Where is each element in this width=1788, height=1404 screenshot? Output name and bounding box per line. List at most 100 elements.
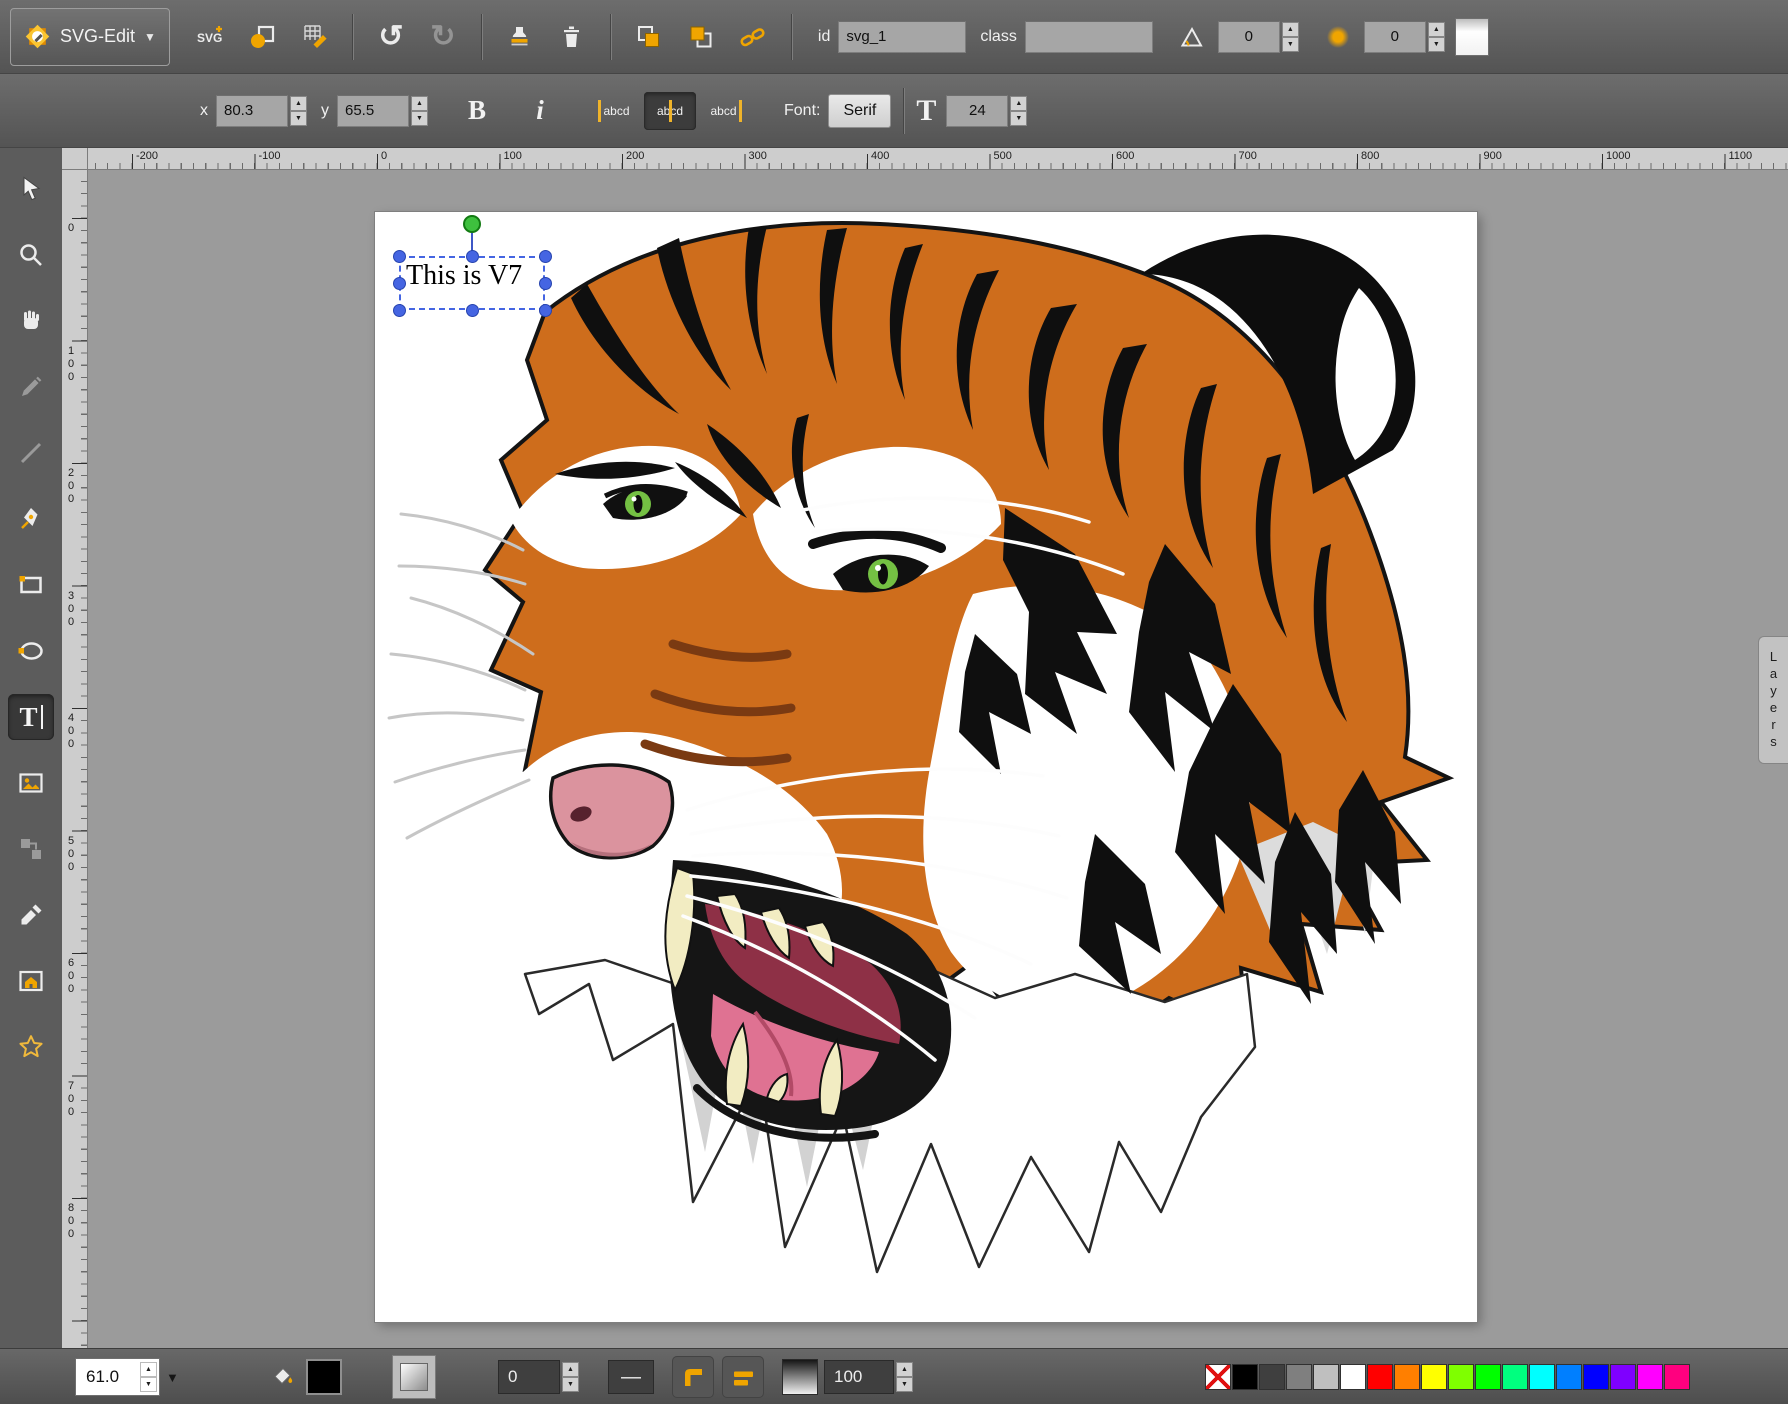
selection-handle-s[interactable] [466,304,479,317]
stepper-up[interactable]: ▲ [1282,22,1299,37]
font-size-input[interactable] [946,95,1008,127]
selection-handle-sw[interactable] [393,304,406,317]
stepper-down[interactable]: ▼ [411,111,428,126]
rotate-handle[interactable] [463,215,481,233]
path-tool[interactable] [8,496,54,542]
delete-button[interactable] [549,14,595,60]
palette-swatch[interactable] [1286,1364,1312,1390]
text-anchor-middle-button[interactable]: abcd [644,92,696,130]
selection-handle-nw[interactable] [393,250,406,263]
layers-panel-tab[interactable]: Layers [1758,636,1788,764]
angle-input[interactable] [1218,21,1280,53]
stroke-dash-select[interactable]: — [608,1360,654,1394]
canvas[interactable]: This is V7 [375,212,1477,1322]
palette-swatch[interactable] [1232,1364,1258,1390]
fill-color-swatch[interactable] [306,1359,342,1395]
palette-swatch[interactable] [1556,1364,1582,1390]
rectangle-icon [17,571,45,599]
pan-tool[interactable] [8,298,54,344]
zoom-input[interactable]: 61.0 [86,1367,138,1387]
pencil-tool[interactable] [8,364,54,410]
select-tool[interactable] [8,166,54,212]
main-menu-button[interactable]: SVG-Edit ▼ [10,8,170,66]
stroke-linecap-button[interactable] [722,1356,764,1398]
x-input[interactable] [216,95,288,127]
text-anchor-end-button[interactable]: abcd [700,92,752,130]
y-input[interactable] [337,95,409,127]
selection-handle-w[interactable] [393,277,406,290]
stepper-down[interactable]: ▼ [562,1377,579,1392]
stepper-up[interactable]: ▲ [1428,22,1445,37]
rect-tool[interactable] [8,562,54,608]
redo-button[interactable]: ↻ [420,14,466,60]
element-class-input[interactable] [1025,21,1153,53]
star-tool[interactable] [8,1024,54,1070]
palette-swatch[interactable] [1637,1364,1663,1390]
text-tool[interactable]: T [8,694,54,740]
stepper-up[interactable]: ▲ [411,96,428,111]
ellipse-tool[interactable] [8,628,54,674]
source-editor-button[interactable]: SVG [187,14,233,60]
main-color-swatch[interactable] [1455,18,1489,56]
palette-swatch[interactable] [1205,1364,1231,1390]
palette-swatch[interactable] [1610,1364,1636,1390]
text-anchor-start-button[interactable]: abcd [588,92,640,130]
palette-swatch[interactable] [1664,1364,1690,1390]
workspace[interactable]: This is V7 [88,170,1788,1348]
stroke-color-swatch[interactable] [392,1355,436,1399]
selection-handle-ne[interactable] [539,250,552,263]
selection-handle-e[interactable] [539,277,552,290]
palette-swatch[interactable] [1367,1364,1393,1390]
pattern-grid-button[interactable] [291,14,337,60]
stepper-up[interactable]: ▲ [1010,96,1027,111]
stepper-down[interactable]: ▼ [1010,111,1027,126]
image-tool[interactable] [8,760,54,806]
palette-swatch[interactable] [1421,1364,1447,1390]
palette-swatch[interactable] [1475,1364,1501,1390]
clone-button[interactable] [497,14,543,60]
stepper-down[interactable]: ▼ [140,1377,157,1392]
zoom-tool[interactable] [8,232,54,278]
opacity-gradient-swatch[interactable] [782,1359,818,1395]
stepper-up[interactable]: ▲ [140,1362,157,1377]
palette-swatch[interactable] [1340,1364,1366,1390]
palette-swatch[interactable] [1394,1364,1420,1390]
element-id-input[interactable] [838,21,966,53]
selection-handle-se[interactable] [539,304,552,317]
stepper-down[interactable]: ▼ [896,1377,913,1392]
stepper-down[interactable]: ▼ [290,111,307,126]
palette-swatch[interactable] [1448,1364,1474,1390]
eyedropper-tool[interactable] [8,892,54,938]
line-tool[interactable] [8,430,54,476]
stamp-icon [506,24,533,50]
font-family-button[interactable]: Serif [828,94,891,128]
y-stepper: ▲▼ [411,96,428,126]
bold-button[interactable]: B [454,88,500,134]
svg-source-icon: SVG [196,24,224,50]
opacity-input[interactable]: 100 [824,1360,894,1394]
undo-button[interactable]: ↺ [368,14,414,60]
stroke-linejoin-button[interactable] [672,1356,714,1398]
library-tool[interactable] [8,958,54,1004]
selection-handle-n[interactable] [466,250,479,263]
stroke-width-input[interactable]: 0 [498,1360,560,1394]
palette-swatch[interactable] [1529,1364,1555,1390]
blur-input[interactable] [1364,21,1426,53]
shape-library-button[interactable] [239,14,285,60]
palette-swatch[interactable] [1583,1364,1609,1390]
connector-tool[interactable] [8,826,54,872]
move-to-bottom-button[interactable] [626,14,672,60]
italic-button[interactable]: i [517,88,563,134]
palette-swatch[interactable] [1502,1364,1528,1390]
palette-swatch[interactable] [1313,1364,1339,1390]
stepper-up[interactable]: ▲ [896,1362,913,1377]
make-link-button[interactable] [730,14,776,60]
stepper-down[interactable]: ▼ [1282,37,1299,52]
move-to-top-button[interactable] [678,14,724,60]
stepper-up[interactable]: ▲ [290,96,307,111]
svg-edit-app: SVG-Edit ▼ SVG ↺ [0,0,1788,1404]
stepper-up[interactable]: ▲ [562,1362,579,1377]
zoom-dropdown-icon[interactable]: ▼ [166,1370,179,1385]
stepper-down[interactable]: ▼ [1428,37,1445,52]
palette-swatch[interactable] [1259,1364,1285,1390]
